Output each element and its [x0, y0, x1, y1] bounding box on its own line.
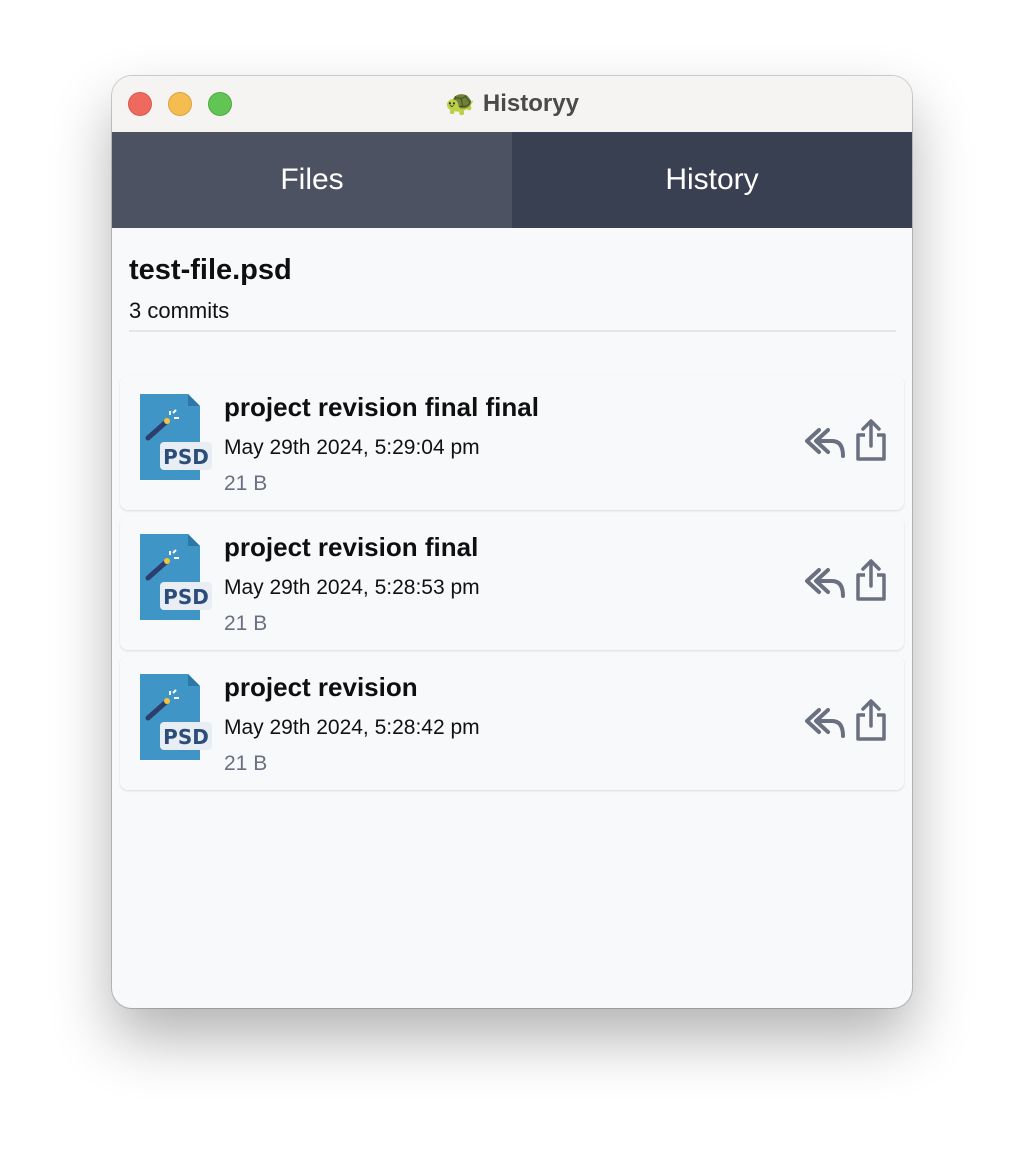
tab-files[interactable]: Files	[112, 132, 512, 228]
psd-badge-label: PSD	[163, 585, 209, 609]
commit-item[interactable]: PSD project revision final final May 29t…	[120, 376, 904, 510]
psd-badge-label: PSD	[163, 725, 209, 749]
commit-size: 21 B	[224, 472, 268, 495]
commit-message: project revision final final	[224, 392, 539, 422]
commit-size: 21 B	[224, 752, 268, 775]
commit-item[interactable]: PSD project revision final May 29th 2024…	[120, 516, 904, 650]
share-icon[interactable]	[854, 698, 888, 742]
turtle-icon: 🐢	[445, 90, 475, 117]
commit-message: project revision final	[224, 532, 479, 562]
commit-message: project revision	[224, 672, 418, 702]
commit-list: PSD project revision final final May 29t…	[120, 376, 904, 796]
file-name: test-file.psd	[129, 254, 292, 286]
psd-file-icon: PSD	[140, 534, 212, 620]
share-icon[interactable]	[854, 418, 888, 462]
commit-date: May 29th 2024, 5:29:04 pm	[224, 436, 480, 459]
reply-all-icon[interactable]	[804, 426, 846, 460]
commit-size: 21 B	[224, 612, 268, 635]
commit-date: May 29th 2024, 5:28:53 pm	[224, 576, 480, 599]
commit-item[interactable]: PSD project revision May 29th 2024, 5:28…	[120, 656, 904, 790]
reply-all-icon[interactable]	[804, 566, 846, 600]
window-title-text: Historyy	[482, 90, 579, 117]
window-title: 🐢 Historyy	[112, 89, 912, 118]
file-header: test-file.psd 3 commits	[129, 250, 896, 332]
reply-all-icon[interactable]	[804, 706, 846, 740]
app-window: 🐢 Historyy Files History test-file.psd 3 …	[112, 76, 912, 1008]
share-icon[interactable]	[854, 558, 888, 602]
tab-history[interactable]: History	[512, 132, 912, 228]
psd-file-icon: PSD	[140, 674, 212, 760]
title-bar[interactable]: 🐢 Historyy	[112, 76, 912, 133]
tab-bar: Files History	[112, 132, 912, 228]
commit-count: 3 commits	[129, 298, 230, 323]
psd-file-icon: PSD	[140, 394, 212, 480]
psd-badge-label: PSD	[163, 445, 209, 469]
commit-date: May 29th 2024, 5:28:42 pm	[224, 716, 480, 739]
